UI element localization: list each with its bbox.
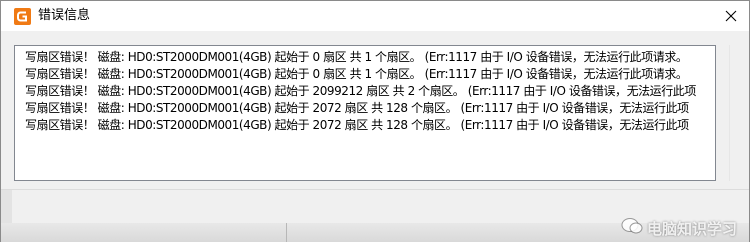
divider [1, 189, 749, 190]
close-button[interactable] [713, 1, 749, 31]
list-item[interactable]: 写扇区错误！ 磁盘: HD0:ST2000DM001(4GB) 起始于 2099… [25, 83, 696, 100]
title-bar[interactable]: 错误信息 [1, 1, 749, 31]
close-icon[interactable] [725, 7, 737, 26]
list-item[interactable]: 写扇区错误！ 磁盘: HD0:ST2000DM001(4GB) 起始于 2072… [25, 100, 696, 117]
list-item[interactable]: 写扇区错误！ 磁盘: HD0:ST2000DM001(4GB) 起始于 2072… [25, 117, 696, 134]
watermark-text: 电脑知识学习 [647, 219, 738, 238]
app-logo-icon [14, 8, 31, 25]
log-lines: 写扇区错误！ 磁盘: HD0:ST2000DM001(4GB) 起始于 0 扇区… [25, 49, 696, 134]
chat-bubble-icon [621, 217, 643, 239]
window-title: 错误信息 [38, 8, 91, 23]
watermark: 电脑知识学习 [621, 215, 737, 241]
list-item[interactable]: 写扇区错误！ 磁盘: HD0:ST2000DM001(4GB) 起始于 0 扇区… [25, 49, 696, 66]
divider [286, 223, 287, 242]
error-dialog-window: 错误信息 写扇区错误！ 磁盘: HD0:ST2000DM001(4GB) 起始于… [0, 0, 750, 242]
vertical-scrollbar[interactable] [729, 45, 746, 181]
error-log-list[interactable]: 写扇区错误！ 磁盘: HD0:ST2000DM001(4GB) 起始于 0 扇区… [14, 45, 716, 181]
list-item[interactable]: 写扇区错误！ 磁盘: HD0:ST2000DM001(4GB) 起始于 0 扇区… [25, 66, 696, 83]
